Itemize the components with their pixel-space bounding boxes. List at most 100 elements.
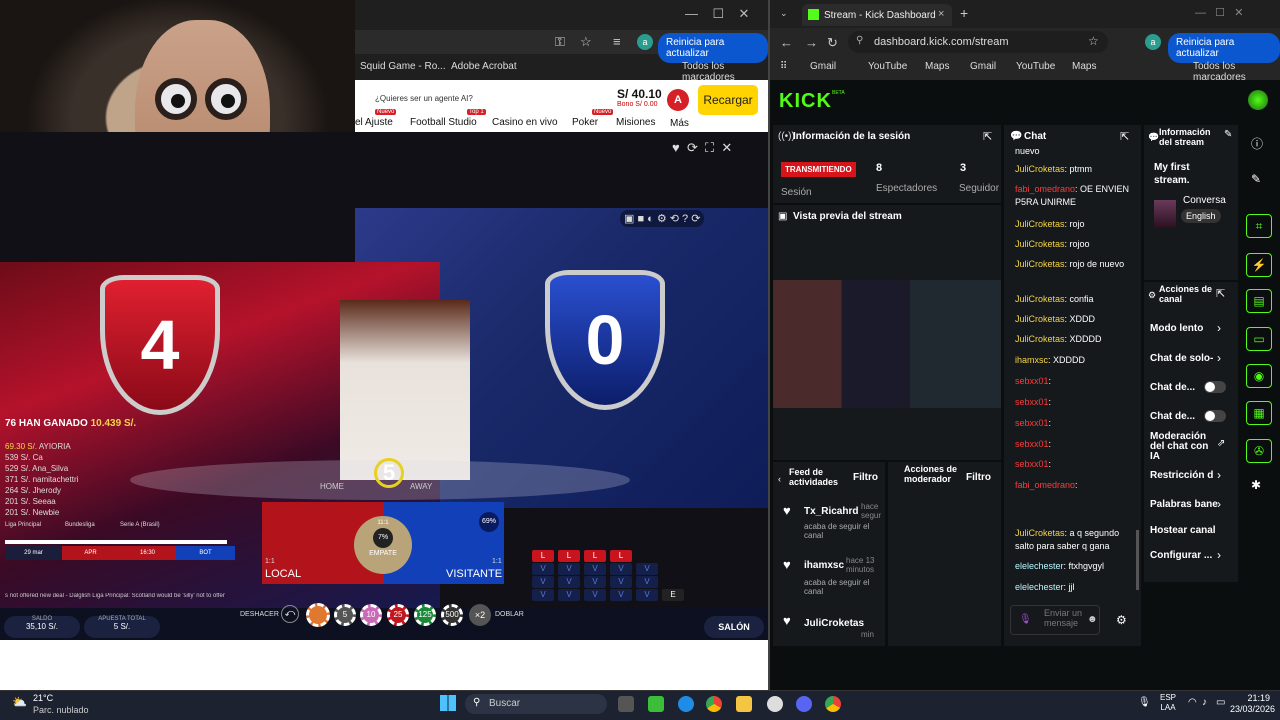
layout-icon[interactable]: ▦ bbox=[1246, 401, 1272, 425]
language-indicator[interactable]: ESP LAA bbox=[1160, 693, 1176, 713]
window-controls[interactable]: — ☐ ✕ bbox=[1195, 6, 1243, 19]
video-controls[interactable]: ♥ ⟳ ⛶ ✕ bbox=[672, 140, 732, 156]
mic-tray-icon[interactable]: 🎙 bbox=[1138, 697, 1151, 708]
user-avatar[interactable]: A bbox=[667, 89, 689, 111]
profile-avatar[interactable]: a bbox=[1145, 34, 1161, 50]
nav-misiones[interactable]: Misiones bbox=[616, 117, 655, 128]
chat-username[interactable]: JuliCroketas bbox=[1015, 164, 1065, 174]
chat-username[interactable]: elelechester bbox=[1015, 561, 1064, 571]
windows-start-icon[interactable] bbox=[440, 695, 456, 711]
bookmark-youtube-2[interactable]: YouTube bbox=[1016, 61, 1055, 72]
weather-desc[interactable]: Parc. nublado bbox=[33, 705, 89, 715]
toggle-chat-subs[interactable] bbox=[1204, 410, 1226, 422]
league-tab[interactable]: APR bbox=[62, 546, 119, 560]
action-followers-only[interactable]: Chat de solo- bbox=[1150, 353, 1213, 364]
chat-username[interactable]: elelechester bbox=[1015, 582, 1064, 592]
address-bar[interactable]: ⚲ dashboard.kick.com/stream ☆ bbox=[848, 31, 1108, 53]
weather-temp[interactable]: 21°C bbox=[33, 693, 53, 703]
chat-username[interactable]: sebxx01 bbox=[1015, 439, 1049, 449]
action-configure[interactable]: Configurar ... bbox=[1150, 550, 1212, 561]
bookmark-maps[interactable]: Maps bbox=[925, 61, 949, 72]
feed-filter[interactable]: Filtro bbox=[853, 472, 878, 483]
chat-username[interactable]: fabi_omedrano bbox=[1015, 184, 1075, 194]
edge-icon[interactable] bbox=[678, 696, 694, 712]
chip-125[interactable]: 125 bbox=[414, 604, 436, 626]
chat-username[interactable]: JuliCroketas bbox=[1015, 219, 1065, 229]
salon-button[interactable]: SALÓN bbox=[704, 616, 764, 638]
bookmark-maps-2[interactable]: Maps bbox=[1072, 61, 1096, 72]
new-tab-icon[interactable]: + bbox=[960, 5, 968, 21]
back-icon[interactable]: ← bbox=[780, 35, 793, 50]
search-box[interactable]: ⚲ Buscar bbox=[465, 694, 607, 714]
document-icon[interactable]: ▤ bbox=[1246, 289, 1272, 313]
bookmark-gmail-2[interactable]: Gmail bbox=[970, 61, 996, 72]
action-banned-words[interactable]: Palabras bane bbox=[1150, 499, 1218, 510]
chat-bubble-icon[interactable]: ▭ bbox=[1246, 327, 1272, 351]
edit-icon[interactable]: ✎ bbox=[1224, 129, 1232, 140]
league-principal[interactable]: Liga Principal bbox=[5, 522, 41, 528]
action-ai-moderation[interactable]: Moderación del chat con IA bbox=[1150, 432, 1216, 462]
nav-casino-en-vivo[interactable]: Casino en vivo bbox=[492, 117, 558, 128]
camera-frame-icon[interactable]: ⌗ bbox=[1246, 214, 1272, 238]
kick-logo[interactable]: KICK bbox=[779, 90, 832, 113]
pencil-icon[interactable]: ✎ bbox=[1251, 172, 1261, 186]
star-icon[interactable]: ☆ bbox=[580, 34, 592, 50]
stream-preview-video[interactable] bbox=[773, 280, 1001, 408]
volume-icon[interactable]: ♪ bbox=[1202, 697, 1207, 708]
chat-username[interactable]: JuliCroketas bbox=[1015, 239, 1065, 249]
wifi-icon[interactable]: ◠ bbox=[1188, 697, 1197, 708]
action-chat-emotes[interactable]: Chat de... bbox=[1150, 382, 1195, 393]
chat-username[interactable]: sebxx01 bbox=[1015, 459, 1049, 469]
chat-username[interactable]: JuliCroketas bbox=[1015, 528, 1065, 538]
action-host[interactable]: Hostear canal bbox=[1150, 525, 1216, 536]
chat-username[interactable]: fabi_omedrano bbox=[1015, 480, 1075, 490]
double-chip[interactable]: ×2 bbox=[469, 604, 491, 626]
window-controls[interactable]: — ☐ ✕ bbox=[685, 6, 749, 22]
battery-icon[interactable]: ▭ bbox=[1216, 697, 1225, 708]
chrome-2-icon[interactable] bbox=[825, 696, 841, 712]
chat-username[interactable]: sebxx01 bbox=[1015, 397, 1049, 407]
bookmark-gmail[interactable]: Gmail bbox=[810, 61, 836, 72]
action-chat-subs[interactable]: Chat de... bbox=[1150, 411, 1195, 422]
nav-poker[interactable]: Poker bbox=[572, 117, 598, 128]
chat-username[interactable]: JuliCroketas bbox=[1015, 294, 1065, 304]
chevron-right-icon[interactable]: › bbox=[1217, 548, 1221, 562]
chevron-right-icon[interactable]: › bbox=[1217, 497, 1221, 511]
apps-icon[interactable]: ⠿ bbox=[780, 61, 787, 72]
chat-settings-icon[interactable]: ⚙ bbox=[1116, 613, 1127, 627]
league-bundesliga[interactable]: Bundesliga bbox=[65, 522, 95, 528]
forward-icon[interactable]: → bbox=[805, 35, 818, 50]
user-avatar[interactable] bbox=[1248, 90, 1268, 110]
wrench-icon[interactable]: ✇ bbox=[1246, 439, 1272, 463]
stream-overlay-controls[interactable]: ▣ ■ ◐ ⚙ ⟲ ? ⟳ bbox=[620, 210, 705, 227]
toggle-chat-emotes[interactable] bbox=[1204, 381, 1226, 393]
lightning-icon[interactable]: ⚡ bbox=[1246, 253, 1272, 277]
mod-filter[interactable]: Filtro bbox=[966, 472, 991, 483]
site-info-icon[interactable]: ⚲ bbox=[856, 35, 863, 46]
undo-icon[interactable]: ⤺ bbox=[281, 605, 299, 623]
external-link-icon[interactable]: ⇗ bbox=[1217, 438, 1225, 449]
chat-username[interactable]: JuliCroketas bbox=[1015, 334, 1065, 344]
info-icon[interactable]: ⓘ bbox=[1251, 135, 1263, 152]
mic-icon[interactable]: 🎙 bbox=[1019, 614, 1032, 625]
chrome-icon[interactable] bbox=[706, 696, 722, 712]
chat-username[interactable]: JuliCroketas bbox=[1015, 259, 1065, 269]
chat-username[interactable]: sebxx01 bbox=[1015, 418, 1049, 428]
undo-label[interactable]: DESHACER bbox=[240, 611, 279, 618]
chip-10[interactable]: 10 bbox=[360, 604, 382, 626]
bet-empate[interactable]: 11:1 7% EMPATE bbox=[354, 516, 412, 574]
chevron-right-icon[interactable]: › bbox=[1217, 468, 1221, 482]
chip-selected[interactable] bbox=[306, 603, 330, 627]
update-button[interactable]: Reinicia para actualizar bbox=[658, 33, 768, 63]
action-restriction[interactable]: Restricción d bbox=[1150, 470, 1213, 481]
popout-icon[interactable]: ⇱ bbox=[1216, 287, 1225, 300]
nav-mas[interactable]: Más bbox=[670, 118, 689, 129]
chevron-right-icon[interactable]: › bbox=[1217, 351, 1221, 365]
chip-5[interactable]: 5 bbox=[334, 604, 356, 626]
league-serie-a[interactable]: Serie A (Brasil) bbox=[120, 522, 160, 528]
chat-username[interactable]: sebxx01 bbox=[1015, 376, 1049, 386]
discord-icon[interactable] bbox=[796, 696, 812, 712]
list-icon[interactable]: ≡ bbox=[613, 34, 621, 49]
drag-icon[interactable]: ‹ bbox=[778, 474, 781, 484]
file-explorer-icon[interactable] bbox=[736, 696, 752, 712]
